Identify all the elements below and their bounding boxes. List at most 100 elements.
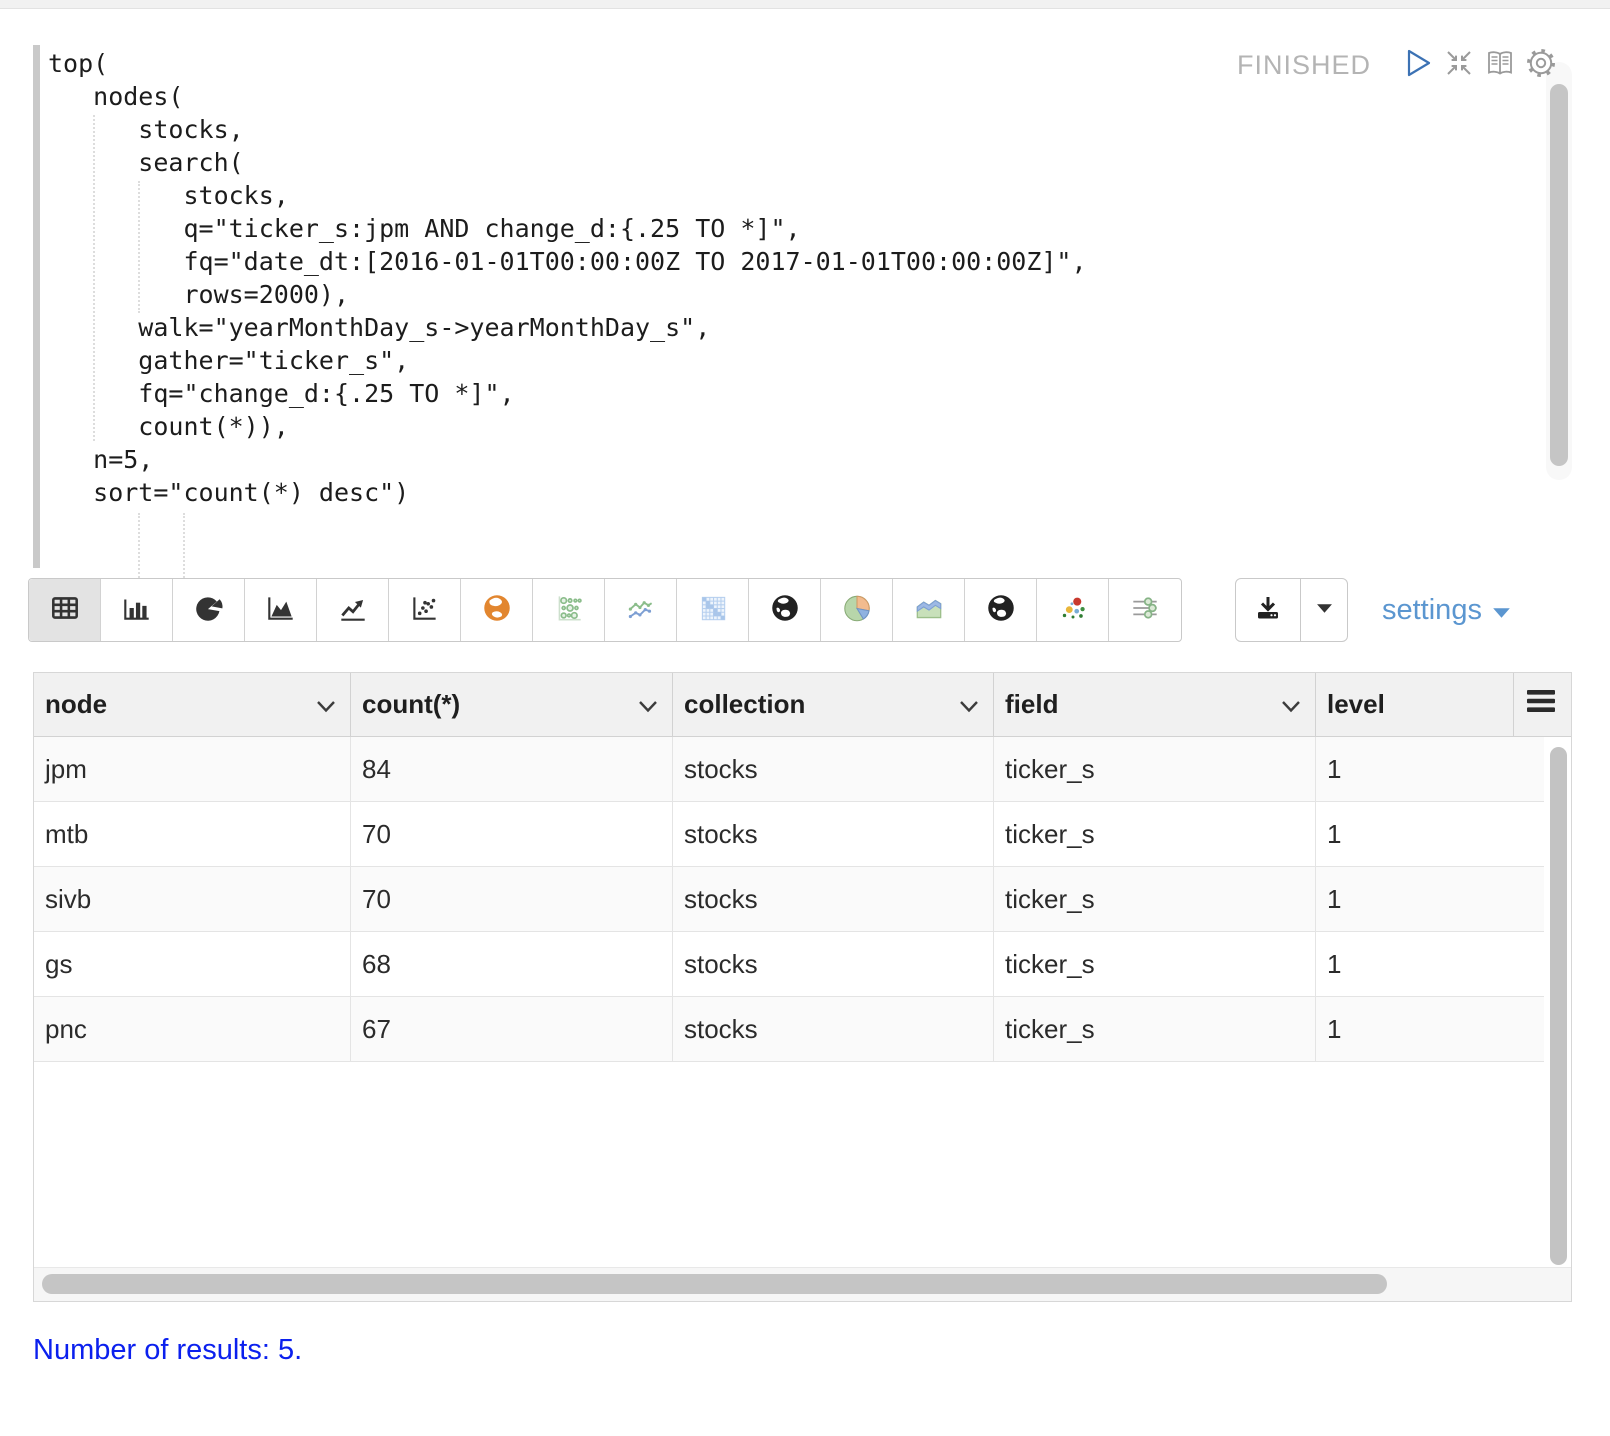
cell-count: 84 xyxy=(351,737,673,801)
chevron-down-icon[interactable] xyxy=(1281,689,1301,720)
viz-area-multicolor-button[interactable] xyxy=(893,579,965,641)
table-header-row: node count(*) collection field level xyxy=(34,673,1571,737)
column-header-field[interactable]: field xyxy=(994,673,1316,736)
paragraph-controls: FINISHED xyxy=(1237,46,1557,84)
hamburger-icon xyxy=(1526,689,1556,720)
caret-down-icon xyxy=(1482,594,1511,627)
table-hscrollbar-thumb[interactable] xyxy=(42,1274,1387,1294)
cell-field: ticker_s xyxy=(994,932,1316,996)
cell-collection: stocks xyxy=(673,737,994,801)
viz-pie-multicolor-button[interactable] xyxy=(821,579,893,641)
cell-field: ticker_s xyxy=(994,802,1316,866)
viz-multi-line-button[interactable] xyxy=(605,579,677,641)
download-icon xyxy=(1251,592,1285,629)
collapse-output-button[interactable] xyxy=(1443,48,1475,82)
cell-field: ticker_s xyxy=(994,997,1316,1061)
table-menu-button[interactable] xyxy=(1514,673,1571,736)
code-line: count(*)), xyxy=(48,410,1087,443)
cell-count: 70 xyxy=(351,802,673,866)
viz-globe-button[interactable] xyxy=(749,579,821,641)
area-multicolor-icon xyxy=(912,591,946,630)
pie-chart-icon xyxy=(192,591,226,630)
chevron-down-icon[interactable] xyxy=(316,689,336,720)
cell-count: 67 xyxy=(351,997,673,1061)
download-button[interactable] xyxy=(1236,579,1301,641)
code-line: stocks, xyxy=(48,113,1087,146)
settings-toggle[interactable]: settings xyxy=(1382,578,1511,642)
cell-node: jpm xyxy=(34,737,351,801)
heatmap-grid-icon xyxy=(696,591,730,630)
code-line: q="ticker_s:jpm AND change_d:{.25 TO *]"… xyxy=(48,212,1087,245)
caret-down-icon xyxy=(1316,601,1333,619)
code-line: n=5, xyxy=(48,443,1087,476)
bar-chart-icon xyxy=(120,591,154,630)
viz-bubble-matrix-button[interactable] xyxy=(533,579,605,641)
globe-dark-icon xyxy=(768,591,802,630)
table-vscrollbar-thumb[interactable] xyxy=(1550,747,1567,1265)
viz-heatmap-button[interactable] xyxy=(677,579,749,641)
viz-table-button[interactable] xyxy=(29,579,101,641)
collapse-icon xyxy=(1443,47,1475,84)
area-chart-icon xyxy=(264,591,298,630)
code-line: fq="change_d:{.25 TO *]", xyxy=(48,377,1087,410)
book-icon xyxy=(1483,47,1517,84)
column-header-count[interactable]: count(*) xyxy=(351,673,673,736)
line-chart-icon xyxy=(336,591,370,630)
code-block: top( nodes( stocks, search( stocks, q="t… xyxy=(48,47,1087,509)
chevron-down-icon[interactable] xyxy=(638,689,658,720)
code-editor[interactable]: top( nodes( stocks, search( stocks, q="t… xyxy=(33,45,1533,568)
column-header-node[interactable]: node xyxy=(34,673,351,736)
table-row: mtb 70 stocks ticker_s 1 xyxy=(34,802,1544,867)
cell-level: 1 xyxy=(1316,737,1544,801)
code-line: walk="yearMonthDay_s->yearMonthDay_s", xyxy=(48,311,1087,344)
viz-scatter-chart-button[interactable] xyxy=(389,579,461,641)
cell-count: 70 xyxy=(351,867,673,931)
column-label: count(*) xyxy=(362,689,460,720)
viz-pie-chart-button[interactable] xyxy=(173,579,245,641)
cell-node: gs xyxy=(34,932,351,996)
cell-level: 1 xyxy=(1316,932,1544,996)
viz-map-button[interactable] xyxy=(461,579,533,641)
cell-level: 1 xyxy=(1316,867,1544,931)
result-table-container: node count(*) collection field level xyxy=(33,672,1572,1302)
viz-line-chart-button[interactable] xyxy=(317,579,389,641)
globe-dark2-icon xyxy=(984,591,1018,630)
code-line: fq="date_dt:[2016-01-01T00:00:00Z TO 201… xyxy=(48,245,1087,278)
viz-bar-chart-button[interactable] xyxy=(101,579,173,641)
viz-globe2-button[interactable] xyxy=(965,579,1037,641)
download-split-button xyxy=(1235,578,1348,642)
gear-icon xyxy=(1525,47,1557,84)
table-hscrollbar-track xyxy=(34,1267,1571,1301)
show-editor-button[interactable] xyxy=(1484,48,1516,82)
column-header-level[interactable]: level xyxy=(1316,673,1514,736)
code-line: stocks, xyxy=(48,179,1087,212)
cell-field: ticker_s xyxy=(994,867,1316,931)
code-line: nodes( xyxy=(48,80,1087,113)
chevron-down-icon[interactable] xyxy=(959,689,979,720)
download-menu-button[interactable] xyxy=(1301,579,1347,641)
editor-gutter-bar xyxy=(33,45,40,568)
settings-label: settings xyxy=(1382,594,1482,627)
cell-node: pnc xyxy=(34,997,351,1061)
code-line: sort="count(*) desc") xyxy=(48,476,1087,509)
table-body: jpm 84 stocks ticker_s 1 mtb 70 stocks t… xyxy=(34,737,1571,1062)
column-header-collection[interactable]: collection xyxy=(673,673,994,736)
table-row: jpm 84 stocks ticker_s 1 xyxy=(34,737,1544,802)
table-icon xyxy=(48,591,82,630)
viz-area-chart-button[interactable] xyxy=(245,579,317,641)
top-divider xyxy=(0,0,1610,9)
multi-line-chart-icon xyxy=(624,591,658,630)
bubble-matrix-icon xyxy=(552,591,586,630)
cell-node: mtb xyxy=(34,802,351,866)
viz-scatter-multicolor-button[interactable] xyxy=(1037,579,1109,641)
cell-field: ticker_s xyxy=(994,737,1316,801)
viz-sliders-button[interactable] xyxy=(1109,579,1181,641)
paragraph-settings-button[interactable] xyxy=(1525,48,1557,82)
editor-scrollbar-thumb[interactable] xyxy=(1550,84,1568,466)
sliders-icon xyxy=(1128,591,1162,630)
run-button[interactable] xyxy=(1402,48,1434,82)
table-row: pnc 67 stocks ticker_s 1 xyxy=(34,997,1544,1062)
table-row: gs 68 stocks ticker_s 1 xyxy=(34,932,1544,997)
cell-level: 1 xyxy=(1316,997,1544,1061)
zeppelin-paragraph: top( nodes( stocks, search( stocks, q="t… xyxy=(0,0,1610,1436)
